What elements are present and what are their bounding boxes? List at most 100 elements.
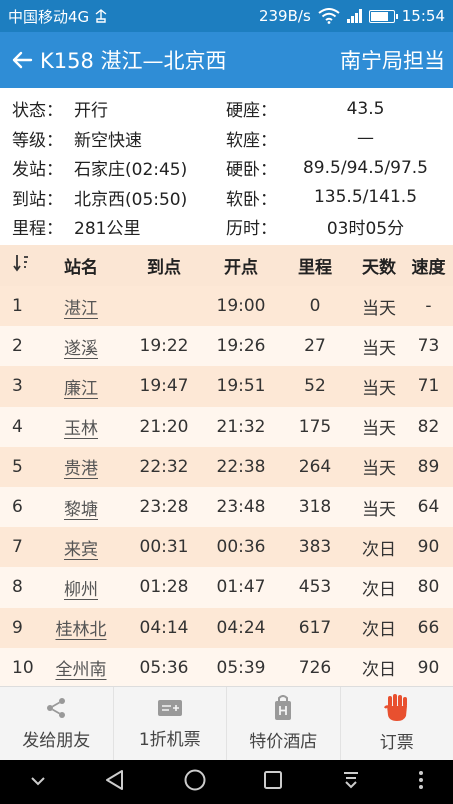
arrive-time: 23:28 — [139, 497, 189, 518]
sort-button[interactable] — [0, 253, 40, 278]
station-link[interactable]: 来宾 — [40, 535, 122, 560]
info-key: 发站： — [12, 160, 63, 181]
table-row[interactable]: 4 玉林 21:20 21:32 175 当天 82 — [0, 406, 453, 447]
table-row[interactable]: 3 廉江 19:47 19:51 52 当天 71 — [0, 366, 453, 407]
table-row[interactable]: 2 遂溪 19:22 19:26 27 当天 73 — [0, 326, 453, 367]
station-name[interactable]: 湛江 — [64, 299, 98, 319]
tab-flight[interactable]: 1折机票 — [114, 687, 227, 760]
info-value: 北京西(05:50) — [74, 189, 188, 210]
info-value: 开行 — [74, 101, 108, 122]
info-key: 等级： — [12, 130, 63, 151]
station-link[interactable]: 全州南 — [40, 655, 122, 680]
wifi-icon — [318, 8, 340, 24]
nav-more-button[interactable] — [417, 769, 425, 795]
arrive-time: 04:14 — [139, 617, 189, 638]
day-label: 次日 — [362, 660, 396, 681]
tab-label: 发给朋友 — [22, 731, 91, 751]
station-link[interactable]: 湛江 — [40, 294, 122, 319]
nav-notification-button[interactable] — [340, 769, 362, 795]
fare-value: 135.5/141.5 — [313, 187, 418, 208]
station-link[interactable]: 柳州 — [40, 575, 122, 600]
speed-value: 66 — [417, 617, 440, 638]
table-row[interactable]: 5 贵港 22:32 22:38 264 当天 89 — [0, 446, 453, 487]
depart-time: 21:32 — [216, 416, 266, 437]
table-row[interactable]: 1 湛江 19:00 0 当天 - — [0, 286, 453, 327]
row-number: 3 — [12, 376, 23, 397]
nav-home-icon — [184, 769, 206, 791]
info-value: 281公里 — [74, 219, 141, 240]
table-row[interactable]: 6 黎塘 23:28 23:48 318 当天 64 — [0, 486, 453, 528]
station-link[interactable]: 遂溪 — [40, 334, 122, 359]
depart-time: 19:26 — [216, 336, 266, 357]
back-arrow-icon — [12, 51, 33, 69]
tab-share[interactable]: 发给朋友 — [0, 687, 114, 760]
station-name[interactable]: 来宾 — [64, 540, 98, 560]
chevron-down-icon — [31, 776, 45, 785]
fare-value: — — [357, 128, 374, 149]
speed-value: 89 — [417, 456, 440, 477]
day-label: 当天 — [362, 419, 396, 440]
tab-booking[interactable]: 订票 — [341, 687, 453, 760]
distance: 52 — [304, 376, 326, 397]
arrive-time: 01:28 — [139, 577, 189, 598]
back-button[interactable] — [8, 46, 36, 74]
station-name[interactable]: 玉林 — [64, 419, 98, 439]
train-info: 状态： 开行 硬座： 43.5 等级： 新空快速 软座： — 发站： 石家庄(0… — [0, 88, 453, 243]
station-name[interactable]: 柳州 — [64, 580, 98, 600]
fare-key: 历时： — [226, 219, 277, 240]
tab-hotel[interactable]: 特价酒店 — [227, 687, 341, 760]
table-row[interactable]: 9 桂林北 04:14 04:24 617 次日 66 — [0, 607, 453, 648]
nav-back-button[interactable] — [103, 768, 127, 796]
row-number: 8 — [12, 577, 23, 598]
fare-key: 硬座： — [226, 101, 277, 122]
signal-icon — [346, 9, 362, 23]
battery-icon — [368, 9, 398, 23]
distance: 453 — [298, 577, 332, 598]
table-row[interactable]: 8 柳州 01:28 01:47 453 次日 80 — [0, 567, 453, 608]
table-row[interactable]: 7 来宾 00:31 00:36 383 次日 90 — [0, 527, 453, 568]
nav-home-button[interactable] — [183, 768, 207, 796]
row-number: 1 — [12, 296, 23, 317]
day-label: 次日 — [362, 539, 396, 560]
network-speed: 239B/s — [258, 7, 311, 25]
station-name[interactable]: 全州南 — [56, 660, 107, 680]
col-km: 里程 — [298, 258, 332, 278]
station-link[interactable]: 黎塘 — [40, 495, 122, 520]
speed-value: 90 — [417, 657, 440, 678]
nav-collapse-button[interactable] — [28, 773, 48, 792]
station-link[interactable]: 玉林 — [40, 414, 122, 439]
depart-time: 04:24 — [216, 617, 266, 638]
depart-time: 00:36 — [216, 537, 266, 558]
train-title: K158 湛江—北京西 — [40, 49, 227, 73]
ticket-icon — [157, 700, 182, 716]
nav-recents-button[interactable] — [262, 769, 284, 795]
day-label: 当天 — [362, 298, 396, 319]
col-station: 站名 — [64, 258, 98, 278]
station-name[interactable]: 贵港 — [64, 459, 98, 479]
hotel-icon — [275, 695, 292, 720]
info-value: 新空快速 — [74, 130, 142, 151]
station-name[interactable]: 桂林北 — [56, 620, 107, 640]
table-row[interactable]: 10 全州南 05:36 05:39 726 次日 90 — [0, 647, 453, 686]
day-label: 当天 — [362, 338, 396, 359]
more-vertical-icon — [419, 771, 424, 789]
station-link[interactable]: 贵港 — [40, 454, 122, 479]
station-name[interactable]: 黎塘 — [64, 500, 98, 520]
distance: 27 — [304, 336, 326, 357]
speed-value: 90 — [417, 537, 440, 558]
info-key: 到站： — [12, 189, 63, 210]
station-link[interactable]: 廉江 — [40, 374, 122, 399]
distance: 318 — [298, 497, 332, 518]
station-name[interactable]: 廉江 — [64, 379, 98, 399]
info-value: 石家庄(02:45) — [74, 160, 188, 181]
carrier-label: 中国移动4G — [8, 7, 90, 26]
share-icon — [47, 698, 66, 718]
system-nav-bar — [0, 760, 453, 804]
fare-value: 03时05分 — [326, 219, 405, 240]
bureau-label: 南宁局担当 — [340, 49, 445, 73]
row-number: 10 — [12, 657, 34, 678]
station-link[interactable]: 桂林北 — [40, 615, 122, 640]
row-number: 6 — [12, 497, 23, 518]
station-name[interactable]: 遂溪 — [64, 339, 98, 359]
day-label: 当天 — [362, 459, 396, 480]
